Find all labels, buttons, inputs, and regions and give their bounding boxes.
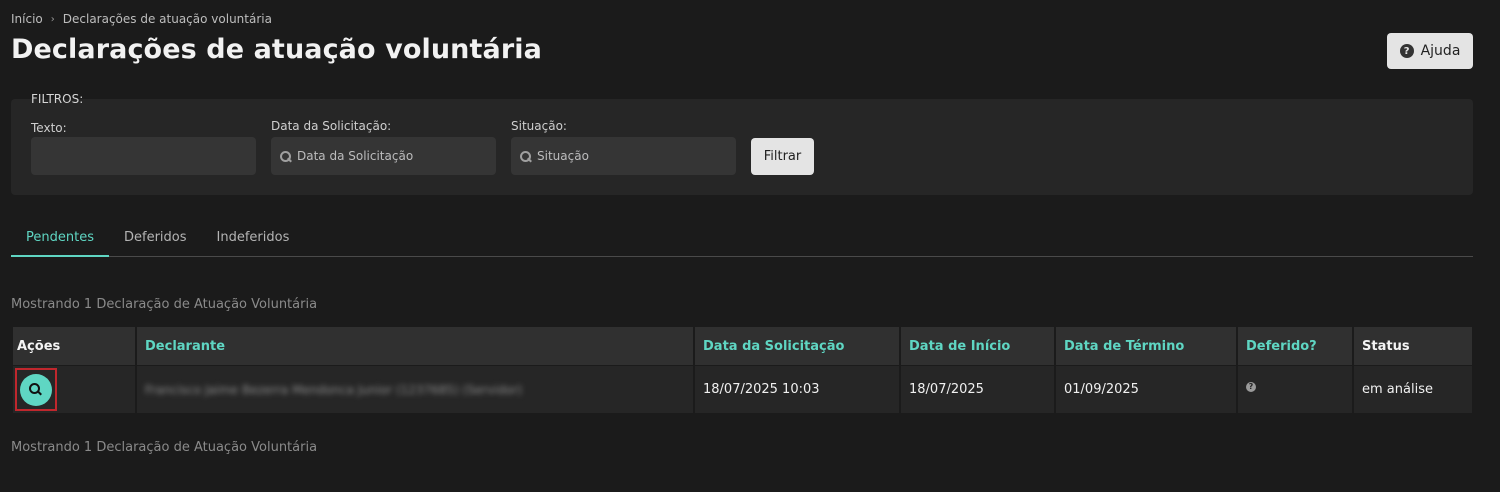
header-data-inicio[interactable]: Data de Início [901,327,1056,365]
date-filter-label: Data da Solicitação: [271,119,392,133]
view-details-button[interactable] [20,373,52,406]
row-data-inicio: 18/07/2025 [901,366,1056,413]
page: Início › Declarações de atuação voluntár… [0,0,1500,492]
table-row: Francisco Jaime Bezerra Mendonca Junior … [13,366,1472,413]
date-filter-placeholder: Data da Solicitação [297,149,414,163]
row-data-solicitacao: 18/07/2025 10:03 [695,366,901,413]
search-icon [280,150,291,162]
row-deferido: ? [1238,366,1354,413]
tab-pendentes[interactable]: Pendentes [11,219,109,257]
row-data-termino: 01/09/2025 [1056,366,1238,413]
results-count-bottom: Mostrando 1 Declaração de Atuação Volunt… [11,440,318,455]
breadcrumb: Início › Declarações de atuação voluntár… [11,12,272,26]
breadcrumb-home-link[interactable]: Início [11,12,43,26]
view-button-highlight [15,368,57,411]
date-filter-input[interactable]: Data da Solicitação [271,137,496,175]
table-header-row: Ações Declarante Data da Solicitação Dat… [13,327,1472,365]
tab-indeferidos[interactable]: Indeferidos [202,219,305,257]
help-button[interactable]: ? Ajuda [1387,33,1473,69]
tab-deferidos[interactable]: Deferidos [109,219,202,257]
header-deferido[interactable]: Deferido? [1238,327,1354,365]
page-title: Declarações de atuação voluntária [11,34,542,65]
search-icon [520,150,531,162]
text-filter-input[interactable] [31,137,256,175]
header-declarante[interactable]: Declarante [137,327,695,365]
status-filter-select[interactable]: Situação [511,137,736,175]
status-filter-label: Situação: [511,119,567,133]
header-data-solicitacao[interactable]: Data da Solicitação [695,327,901,365]
chevron-right-icon: › [50,13,55,25]
filter-button[interactable]: Filtrar [751,138,814,175]
header-status: Status [1362,338,1410,354]
status-filter-placeholder: Situação [537,149,589,163]
row-status: em análise [1362,382,1433,397]
question-circle-icon: ? [1246,381,1256,392]
tabs: Pendentes Deferidos Indeferidos [11,219,1473,257]
declarations-table: Ações Declarante Data da Solicitação Dat… [13,327,1472,413]
breadcrumb-current: Declarações de atuação voluntária [62,12,272,26]
search-icon [29,382,43,397]
help-button-label: Ajuda [1420,43,1461,59]
row-actions [13,366,137,413]
text-filter-label: Texto: [31,121,67,135]
header-data-termino[interactable]: Data de Término [1056,327,1238,365]
header-acoes: Ações [13,327,137,365]
question-circle-icon: ? [1399,44,1414,58]
filters-label: FILTROS: [31,92,84,106]
declarante-name: Francisco Jaime Bezerra Mendonca Junior … [145,382,523,397]
results-count-top: Mostrando 1 Declaração de Atuação Volunt… [11,297,318,312]
row-declarante: Francisco Jaime Bezerra Mendonca Junior … [137,366,695,413]
